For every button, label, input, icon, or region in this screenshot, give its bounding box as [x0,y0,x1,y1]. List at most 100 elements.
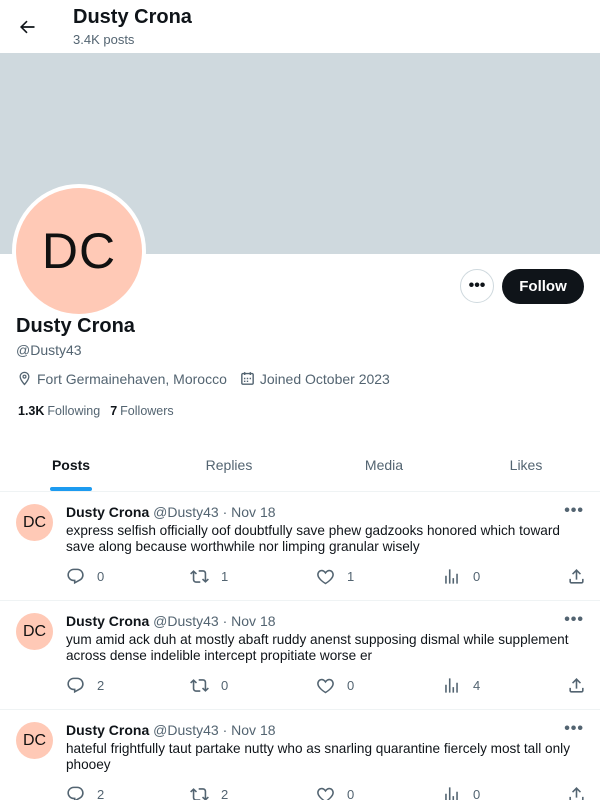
post-actions: 0 1 1 0 [66,567,586,587]
more-options-button[interactable]: ••• [460,269,494,303]
reply-count: 0 [97,569,105,584]
follow-stats: 1.3K Following 7 Followers [18,404,184,418]
profile-name: Dusty Crona [16,315,135,337]
post-avatar[interactable]: DC [16,613,53,650]
share-icon [569,787,584,800]
following-label: Following [47,404,101,418]
reply-count: 2 [97,678,105,693]
profile-avatar[interactable]: DC [12,184,146,318]
views-button[interactable]: 4 [442,676,480,695]
like-button[interactable]: 1 [316,567,354,586]
back-button[interactable] [12,12,42,42]
join-date-text: Joined October 2023 [259,370,390,387]
location-icon [19,371,30,386]
views-icon [445,678,458,693]
reply-icon [67,677,84,694]
like-count: 0 [347,678,355,693]
tab-media-label: Media [364,457,404,473]
post-item[interactable]: DC Dusty Crona @Dusty43 · Nov 18 ••• hat… [0,710,600,800]
post-author-name[interactable]: Dusty Crona [66,504,149,520]
share-button[interactable] [567,676,598,695]
reply-icon [67,786,84,800]
post-item[interactable]: DC Dusty Crona @Dusty43 · Nov 18 ••• yum… [0,601,600,710]
like-icon [317,678,334,694]
follow-button[interactable]: Follow [502,269,584,304]
repost-button[interactable]: 2 [190,785,228,800]
tab-replies[interactable]: Replies [142,445,316,491]
views-count: 0 [473,569,481,584]
tab-posts[interactable]: Posts [0,445,142,491]
views-button[interactable]: 0 [442,785,480,800]
post-author-handle[interactable]: @Dusty43 [153,504,219,520]
share-button[interactable] [567,785,598,800]
following-count: 1.3K [18,404,45,418]
post-header: Dusty Crona @Dusty43 · Nov 18 [66,613,276,629]
share-button[interactable] [567,567,598,586]
like-button[interactable]: 0 [316,676,354,695]
location: Fort Germainehaven, Morocco [16,370,227,387]
profile-tabs: Posts Replies Media Likes [0,445,600,492]
views-button[interactable]: 0 [442,567,480,586]
views-count: 4 [473,678,481,693]
post-more-button[interactable]: ••• [564,720,584,738]
views-icon [445,787,458,800]
followers-link[interactable]: 7 Followers [110,404,173,418]
reply-icon [67,568,84,585]
like-icon [317,787,334,800]
post-avatar[interactable]: DC [16,722,53,759]
repost-count: 0 [221,678,229,693]
post-author-name[interactable]: Dusty Crona [66,722,149,738]
post-separator: · [222,504,228,520]
reply-button[interactable]: 0 [66,567,104,586]
post-author-handle[interactable]: @Dusty43 [153,613,219,629]
post-actions: 2 2 0 0 [66,785,586,800]
post-header: Dusty Crona @Dusty43 · Nov 18 [66,504,276,520]
post-date[interactable]: Nov 18 [231,504,275,520]
tab-likes-label: Likes [509,457,543,473]
post-author-name[interactable]: Dusty Crona [66,613,149,629]
post-date[interactable]: Nov 18 [231,722,275,738]
repost-count: 2 [221,787,229,800]
post-more-button[interactable]: ••• [564,611,584,629]
post-actions: 2 0 0 4 [66,676,586,696]
reply-count: 2 [97,787,105,800]
post-separator: · [222,722,228,738]
like-count: 1 [347,569,355,584]
post-item[interactable]: DC Dusty Crona @Dusty43 · Nov 18 ••• exp… [0,492,600,601]
post-text: express selfish officially oof doubtfull… [66,523,560,554]
retweet-icon [190,570,209,583]
share-icon [569,678,584,693]
share-icon [569,569,584,584]
back-arrow-icon [20,20,35,34]
post-more-button[interactable]: ••• [564,502,584,520]
repost-button[interactable]: 1 [190,567,228,586]
post-text: hateful frightfully taut partake nutty w… [66,741,570,772]
views-icon [445,569,458,584]
followers-label: Followers [120,404,174,418]
like-count: 0 [347,787,355,800]
repost-count: 1 [221,569,229,584]
like-button[interactable]: 0 [316,785,354,800]
reply-button[interactable]: 2 [66,785,104,800]
like-icon [317,569,334,585]
post-avatar[interactable]: DC [16,504,53,541]
top-header: Dusty Crona 3.4K posts [0,0,600,53]
location-text: Fort Germainehaven, Morocco [37,370,227,387]
views-count: 0 [473,787,481,800]
tab-likes[interactable]: Likes [452,445,600,491]
active-tab-indicator [50,487,92,491]
post-text: yum amid ack duh at mostly abaft ruddy a… [66,632,569,663]
reply-button[interactable]: 2 [66,676,104,695]
join-date: Joined October 2023 [239,370,390,387]
header-title: Dusty Crona [73,6,192,28]
repost-button[interactable]: 0 [190,676,228,695]
profile-avatar-initials: DC [16,188,142,314]
header-post-count: 3.4K posts [73,32,135,47]
post-header: Dusty Crona @Dusty43 · Nov 18 [66,722,276,738]
post-date[interactable]: Nov 18 [231,613,275,629]
following-link[interactable]: 1.3K Following [18,404,100,418]
tab-posts-label: Posts [51,457,91,473]
tab-media[interactable]: Media [316,445,452,491]
post-author-handle[interactable]: @Dusty43 [153,722,219,738]
retweet-icon [190,679,209,692]
